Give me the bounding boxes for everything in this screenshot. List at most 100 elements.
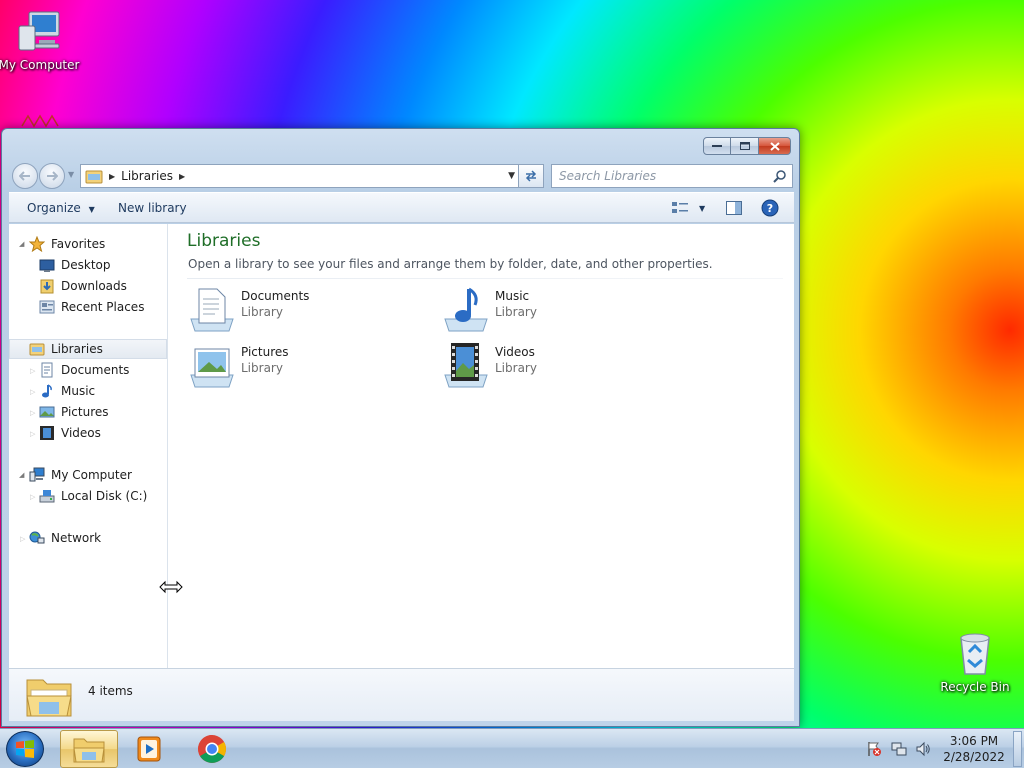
nav-recent-places[interactable]: Recent Places [9,297,167,317]
help-icon[interactable]: ? [761,199,779,217]
clock-date: 2/28/2022 [943,750,1005,764]
documents-library-icon [190,288,234,332]
library-item-type: Library [495,305,537,319]
chrome-icon [198,735,226,763]
nav-label: Music [61,384,96,398]
library-item-type: Library [241,305,283,319]
nav-desktop[interactable]: Desktop [9,255,167,275]
computer-icon [29,467,45,483]
videos-library-icon [444,343,488,388]
view-dropdown-icon[interactable]: ▼ [699,204,705,213]
forward-button[interactable] [39,163,65,189]
nav-network[interactable]: Network [9,528,167,548]
hard-drive-icon [39,488,55,504]
new-library-button[interactable]: New library [118,201,187,215]
refresh-icon [525,170,537,182]
command-bar: Organize ▼ New library ▼ ? [9,192,794,223]
library-item-documents[interactable]: Documents Library [187,285,407,337]
back-button[interactable] [12,163,38,189]
desktop-icon [39,257,55,273]
close-icon [769,141,780,151]
system-clock[interactable]: 3:06 PM 2/28/2022 [928,733,1020,765]
refresh-button[interactable] [518,164,544,188]
breadcrumb-chevron-icon[interactable]: ▶ [179,172,185,181]
nav-label: Libraries [51,342,103,356]
action-center-flag-icon[interactable] [866,741,882,757]
page-title: Libraries [187,231,261,251]
nav-libraries[interactable]: Libraries [9,339,167,359]
taskbar-media-player-button[interactable] [120,730,178,768]
breadcrumb-separator-icon[interactable]: ▶ [109,172,115,181]
view-controls: ▼ ? [671,199,779,217]
music-note-icon [39,383,55,399]
nav-videos[interactable]: Videos [9,423,167,443]
recent-pages-dropdown[interactable]: ▼ [68,170,74,179]
nav-label: Videos [61,426,101,440]
maximize-icon [739,142,750,150]
chevron-down-icon: ▼ [88,205,95,214]
desktop-icon-my-computer[interactable]: My Computer [0,8,81,72]
library-item-name: Music [495,289,530,303]
taskbar: 3:06 PM 2/28/2022 [0,728,1024,768]
organize-label: Organize [27,201,81,215]
library-main-pane: Libraries Open a library to see your fil… [179,224,789,668]
nav-music[interactable]: Music [9,381,167,401]
address-bar[interactable]: ▶ Libraries ▶ ▼ [80,164,520,188]
nav-label: Downloads [61,279,127,293]
minimize-button[interactable] [703,137,731,155]
document-icon [39,362,55,378]
desktop-icon-recycle-bin[interactable]: Recycle Bin [933,630,1017,694]
nav-downloads[interactable]: Downloads [9,276,167,296]
nav-label: Documents [61,363,130,377]
taskbar-chrome-button[interactable] [183,730,241,768]
caption-buttons [703,137,791,155]
library-item-music[interactable]: Music Library [441,285,661,337]
page-description: Open a library to see your files and arr… [188,257,713,271]
library-item-pictures[interactable]: Pictures Library [187,341,407,393]
film-strip-icon [39,425,55,441]
maximize-button[interactable] [731,137,759,155]
start-button[interactable] [6,731,44,767]
breadcrumb-libraries[interactable]: Libraries [121,169,173,183]
nav-pictures[interactable]: Pictures [9,402,167,422]
svg-text:?: ? [767,202,773,215]
close-button[interactable] [759,137,791,155]
nav-my-computer[interactable]: My Computer [9,465,167,485]
item-count: 4 items [88,684,133,698]
address-dropdown-icon[interactable]: ▼ [508,171,515,181]
navigation-bar: ▼ ▶ Libraries ▶ ▼ Search Libraries [10,162,793,189]
network-icon [29,530,45,546]
preview-pane-icon[interactable] [725,200,743,216]
nav-label: Desktop [61,258,111,272]
desktop-icon-label: Recycle Bin [940,680,1010,694]
star-icon [29,236,45,252]
nav-favorites[interactable]: Favorites [9,234,167,254]
clock-time: 3:06 PM [949,734,999,748]
windows-logo-icon [16,740,34,758]
show-desktop-button[interactable] [1013,731,1022,767]
nav-documents[interactable]: Documents [9,360,167,380]
library-item-type: Library [495,361,537,375]
organize-button[interactable]: Organize ▼ [27,201,95,215]
divider [187,278,783,279]
search-icon[interactable] [773,169,787,183]
change-view-icon[interactable] [671,200,689,216]
nav-label: Favorites [51,237,106,251]
nav-label: Pictures [61,405,109,419]
library-item-type: Library [241,361,283,375]
forward-arrow-icon [47,171,58,181]
libraries-icon [29,341,45,357]
media-player-icon [137,736,161,762]
libraries-large-icon [26,679,72,717]
computer-icon [18,11,60,51]
nav-local-disk[interactable]: Local Disk (C:) [9,486,167,506]
network-status-icon[interactable] [891,741,907,757]
taskbar-explorer-button[interactable] [60,730,118,768]
new-library-label: New library [118,201,187,215]
nav-label: Recent Places [61,300,145,314]
search-input[interactable]: Search Libraries [551,164,793,188]
library-item-videos[interactable]: Videos Library [441,341,661,393]
nav-label: Network [51,531,102,545]
library-item-name: Pictures [241,345,289,359]
resize-cursor-icon [159,580,183,594]
